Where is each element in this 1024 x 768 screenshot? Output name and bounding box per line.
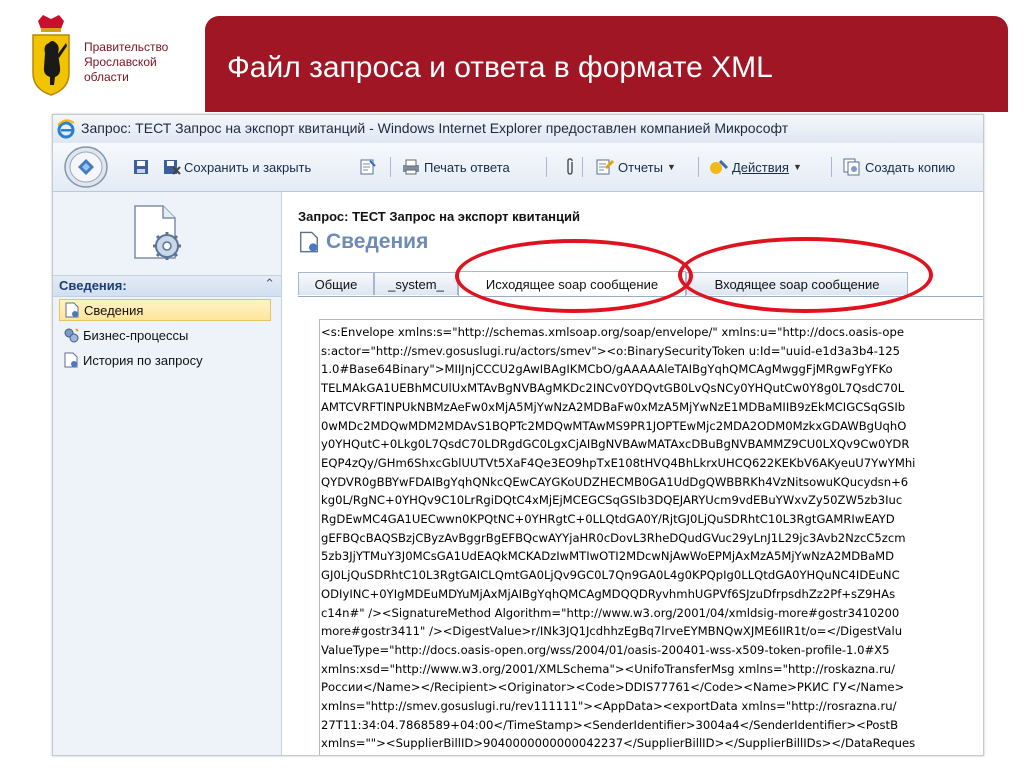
xml-line: ODIyINC+0YIgMDEuMDYuMjAxMjAIBgYqhQMCAgMD… [321,586,896,601]
toolbar-separator [582,157,583,177]
toolbar-separator [390,157,391,177]
xml-line: RgDEwMC4GA1UECwwn0KPQtNC+0YHRgtC+0LLQtdG… [321,512,895,527]
xml-line: xmlns="http://smev.gosuslugi.ru/rev11111… [321,699,897,714]
actions-menu[interactable]: Действия ▼ [707,157,802,177]
create-copy-label: Создать копию [865,159,956,175]
document-gear-icon [134,205,181,260]
tab-strip: Общие _system_ Исходящее soap сообщение … [298,271,983,297]
xml-line: more#gostr3411" /><DigestValue>r/INk3JQ1… [321,624,903,639]
paperclip-icon [567,158,573,175]
xml-line: GJ0LjQuSDRhtC10L3RgtGAICLQmtGA0LjQv9GC0L… [321,568,900,583]
tab-outgoing-soap[interactable]: Исходящее soap сообщение [458,271,686,296]
save-icon [134,160,148,174]
actions-label: Действия [732,159,789,175]
sidebar-header: Сведения: ⌃ [53,275,281,297]
sidebar-item-label: Бизнес-процессы [83,327,189,343]
xml-line: 1.0#Base64Binary">MIIJnjCCCU2gAwIBAgIKMC… [321,362,893,377]
tab-label: Исходящее soap сообщение [485,276,659,292]
sidebar-item-label: Сведения [84,302,144,318]
section-title-label: Сведения [326,230,429,253]
crm-orb-icon[interactable] [63,145,109,189]
government-name: Правительство Ярославской области [84,40,168,85]
xml-line: gEFBQcBAQSBzjCByzAvBggrBgEFBQcwAYYjaHR0c… [321,530,906,545]
sidebar-item-details[interactable]: Сведения [59,299,271,321]
window-titlebar: Запрос: ТЕСТ Запрос на экспорт квитанций… [53,115,983,144]
create-copy-button[interactable]: Создать копию [842,157,955,177]
document-edit-icon [360,159,376,175]
xml-line: EQP4zQy/GHm6ShxcGblUUTVt5XaF4Qe3EO9hpTxE… [321,455,916,470]
xml-line: QYDVR0gBBYwFDAIBgYqhQNkcQEwCAYGKoUDZHECM… [321,474,909,489]
government-name-line2: Ярославской [84,55,157,69]
reports-label: Отчеты [618,159,663,175]
xml-line: s:actor="http://smev.gosuslugi.ru/actors… [321,343,901,358]
chevron-down-icon: ▼ [792,162,802,172]
xml-line: 0wMDc2MDQwMDM2MDAvS1BQPTc2MDQwMTAwMS9PR1… [321,418,907,433]
xml-line: <s:Envelope xmlns:s="http://schemas.xmls… [321,325,905,339]
reports-menu[interactable]: Отчеты ▼ [595,157,676,177]
government-name-line1: Правительство [84,40,169,54]
report-icon [596,159,615,175]
save-and-close-label: Сохранить и закрыть [184,159,312,175]
document-icon [64,352,78,368]
section-title: Сведения [298,230,428,254]
xml-line: y0YHQutC+0Lkg0L7QsdC70LDRgdGC0LgxCjAIBgN… [321,437,910,452]
save-close-icon [164,160,181,175]
soap-message-textarea[interactable]: <s:Envelope xmlns:s="http://schemas.xmls… [319,319,983,755]
tab-system[interactable]: _system_ [374,272,458,295]
sidebar-item-business-processes[interactable]: Бизнес-процессы [59,324,271,346]
tab-incoming-soap[interactable]: Входящее soap сообщение [686,272,908,295]
xml-line: AMTCVRFTlNPUkNBMzAeFw0xMjA5MjYwNzA2MDBaF… [321,399,906,414]
tab-label: _system_ [388,276,444,292]
xml-line: ValueType="http://docs.oasis-open.org/ws… [321,642,890,657]
printer-icon [403,159,419,175]
document-icon [65,302,79,318]
yaroslavl-crest-icon [32,15,70,96]
print-response-label: Печать ответа [424,159,510,175]
browser-window: Запрос: ТЕСТ Запрос на экспорт квитанций… [52,114,984,756]
government-name-line3: области [84,70,129,84]
xml-line: xmlns=""><SupplierBillID>904000000000004… [321,736,916,751]
xml-line: c14n#" /><SignatureMethod Algorithm="htt… [321,605,900,620]
attach-file-button[interactable] [564,157,579,177]
xml-line: России</Name></Recipient><Originator><Co… [321,680,905,695]
slide-title-bar: Файл запроса и ответа в формате XML [205,16,1008,112]
slide-title: Файл запроса и ответа в формате XML [227,51,773,84]
save-button[interactable] [133,157,152,177]
ie-icon [57,119,75,139]
xml-line: 5zb3JjYTMuY3J0MCsGA1UdEAQkMCKADzIwMTIwOT… [321,549,895,564]
xml-line: kg0L/RgNC+0YHQv9C10LrRgiDQtC4xMjEjMCEGCS… [321,493,903,508]
chevron-down-icon: ▼ [666,162,676,172]
left-panel: Сведения: ⌃ Сведения Бизнес-процессы Ист… [53,192,282,755]
document-icon [300,231,318,253]
window-title: Запрос: ТЕСТ Запрос на экспорт квитанций… [81,120,789,136]
soap-message-content: <s:Envelope xmlns:s="http://schemas.xmls… [320,320,983,753]
government-logo-area: Правительство Ярославской области [0,0,205,115]
collapse-icon[interactable]: ⌃ [264,277,275,292]
xml-line: 27T11:34:04.7868589+04:00</TimeStamp><Se… [321,717,899,732]
tab-label: Входящее soap сообщение [714,276,880,292]
sidebar-header-label: Сведения: [59,278,127,293]
tab-label: Общие [314,276,358,292]
actions-icon [710,159,729,174]
gears-icon [64,328,79,343]
toolbar-separator [831,157,832,177]
save-and-close-button[interactable]: Сохранить и закрыть [163,157,311,177]
sidebar-item-history[interactable]: История по запросу [59,349,271,371]
toolbar-separator [546,157,547,177]
tab-general[interactable]: Общие [298,272,374,295]
xml-line: xmlns:xsd="http://www.w3.org/2001/XMLSch… [321,661,895,676]
toolbar-separator [698,157,699,177]
toolbar: Сохранить и закрыть Печать ответа Отчеты… [53,143,983,192]
entity-title: Запрос: ТЕСТ Запрос на экспорт квитанций [298,209,581,224]
copy-document-icon [843,158,860,176]
attach-button[interactable] [359,157,380,177]
print-response-button[interactable]: Печать ответа [401,157,510,177]
xml-line: TELMAkGA1UEBhMCUlUxMTAvBgNVBAgMKDc2INCv0… [321,381,905,396]
sidebar-item-label: История по запросу [83,352,203,368]
